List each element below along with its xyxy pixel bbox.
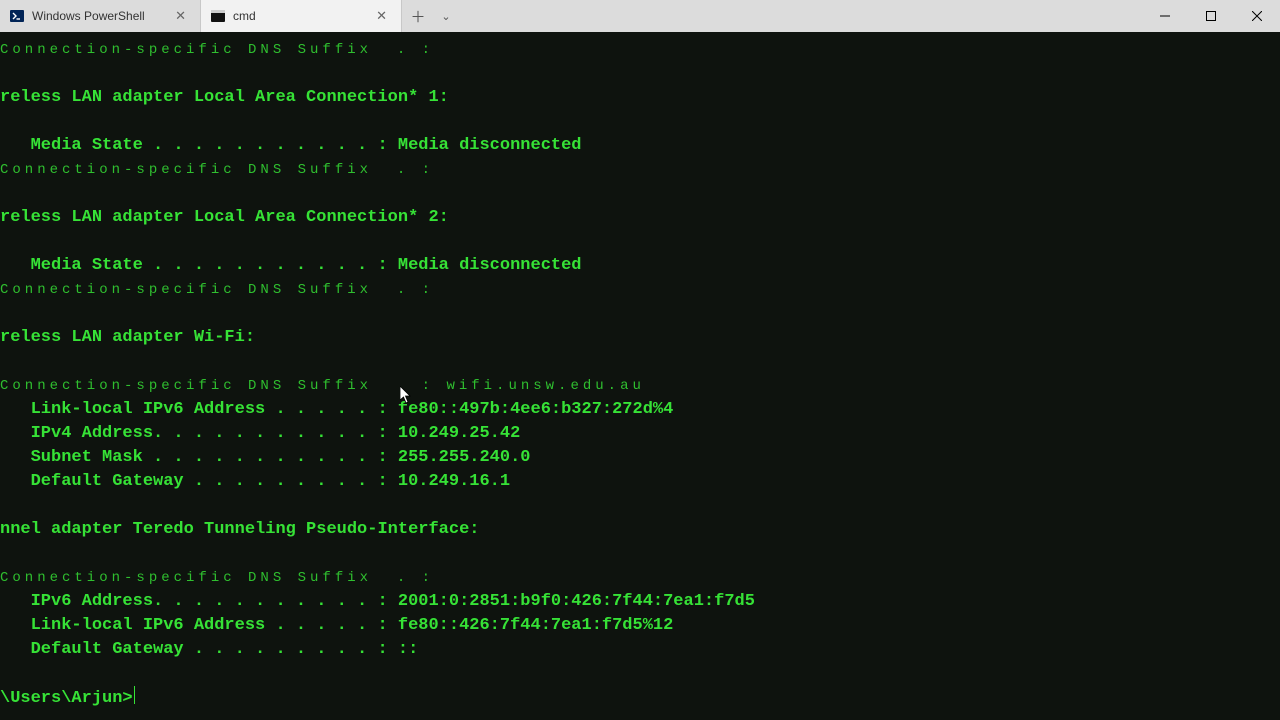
output-line: Link-local IPv6 Address . . . . . : fe80…	[0, 616, 673, 635]
output-line: reless LAN adapter Local Area Connection…	[0, 208, 449, 227]
cmd-icon	[211, 9, 225, 23]
title-bar: Windows PowerShell ✕ cmd ✕ ＋ ⌄	[0, 0, 1280, 32]
window-controls	[1142, 0, 1280, 32]
output-line: Media State . . . . . . . . . . . : Medi…	[0, 256, 582, 275]
output-line: Subnet Mask . . . . . . . . . . . : 255.…	[0, 448, 531, 467]
output-line: IPv4 Address. . . . . . . . . . . : 10.2…	[0, 424, 520, 443]
output-line: Default Gateway . . . . . . . . . : ::	[0, 640, 418, 659]
output-line: Connection-specific DNS Suffix . :	[0, 42, 434, 58]
output-line: Connection-specific DNS Suffix . :	[0, 570, 434, 586]
powershell-icon	[10, 9, 24, 23]
output-line: Media State . . . . . . . . . . . : Medi…	[0, 136, 582, 155]
output-line: Connection-specific DNS Suffix . : wifi.…	[0, 378, 645, 394]
new-tab-button[interactable]: ＋	[402, 0, 434, 32]
output-line: nnel adapter Teredo Tunneling Pseudo-Int…	[0, 520, 479, 539]
close-window-button[interactable]	[1234, 0, 1280, 32]
output-line: Default Gateway . . . . . . . . . : 10.2…	[0, 472, 510, 491]
terminal-output[interactable]: Connection-specific DNS Suffix . : reles…	[0, 32, 1280, 720]
tab-label: cmd	[233, 9, 364, 23]
output-line: reless LAN adapter Wi-Fi:	[0, 328, 255, 347]
output-line: Connection-specific DNS Suffix . :	[0, 282, 434, 298]
tab-label: Windows PowerShell	[32, 9, 163, 23]
output-line: Link-local IPv6 Address . . . . . : fe80…	[0, 400, 673, 419]
minimize-button[interactable]	[1142, 0, 1188, 32]
output-line: IPv6 Address. . . . . . . . . . . : 2001…	[0, 592, 755, 611]
tab-cmd[interactable]: cmd ✕	[201, 0, 402, 32]
tab-powershell[interactable]: Windows PowerShell ✕	[0, 0, 201, 32]
text-cursor	[134, 686, 135, 704]
tab-dropdown-button[interactable]: ⌄	[434, 0, 458, 32]
maximize-button[interactable]	[1188, 0, 1234, 32]
output-line: Connection-specific DNS Suffix . :	[0, 162, 434, 178]
prompt-line: \Users\Arjun>	[0, 689, 135, 708]
output-line: reless LAN adapter Local Area Connection…	[0, 88, 449, 107]
close-icon[interactable]: ✕	[171, 8, 190, 24]
close-icon[interactable]: ✕	[372, 8, 391, 24]
